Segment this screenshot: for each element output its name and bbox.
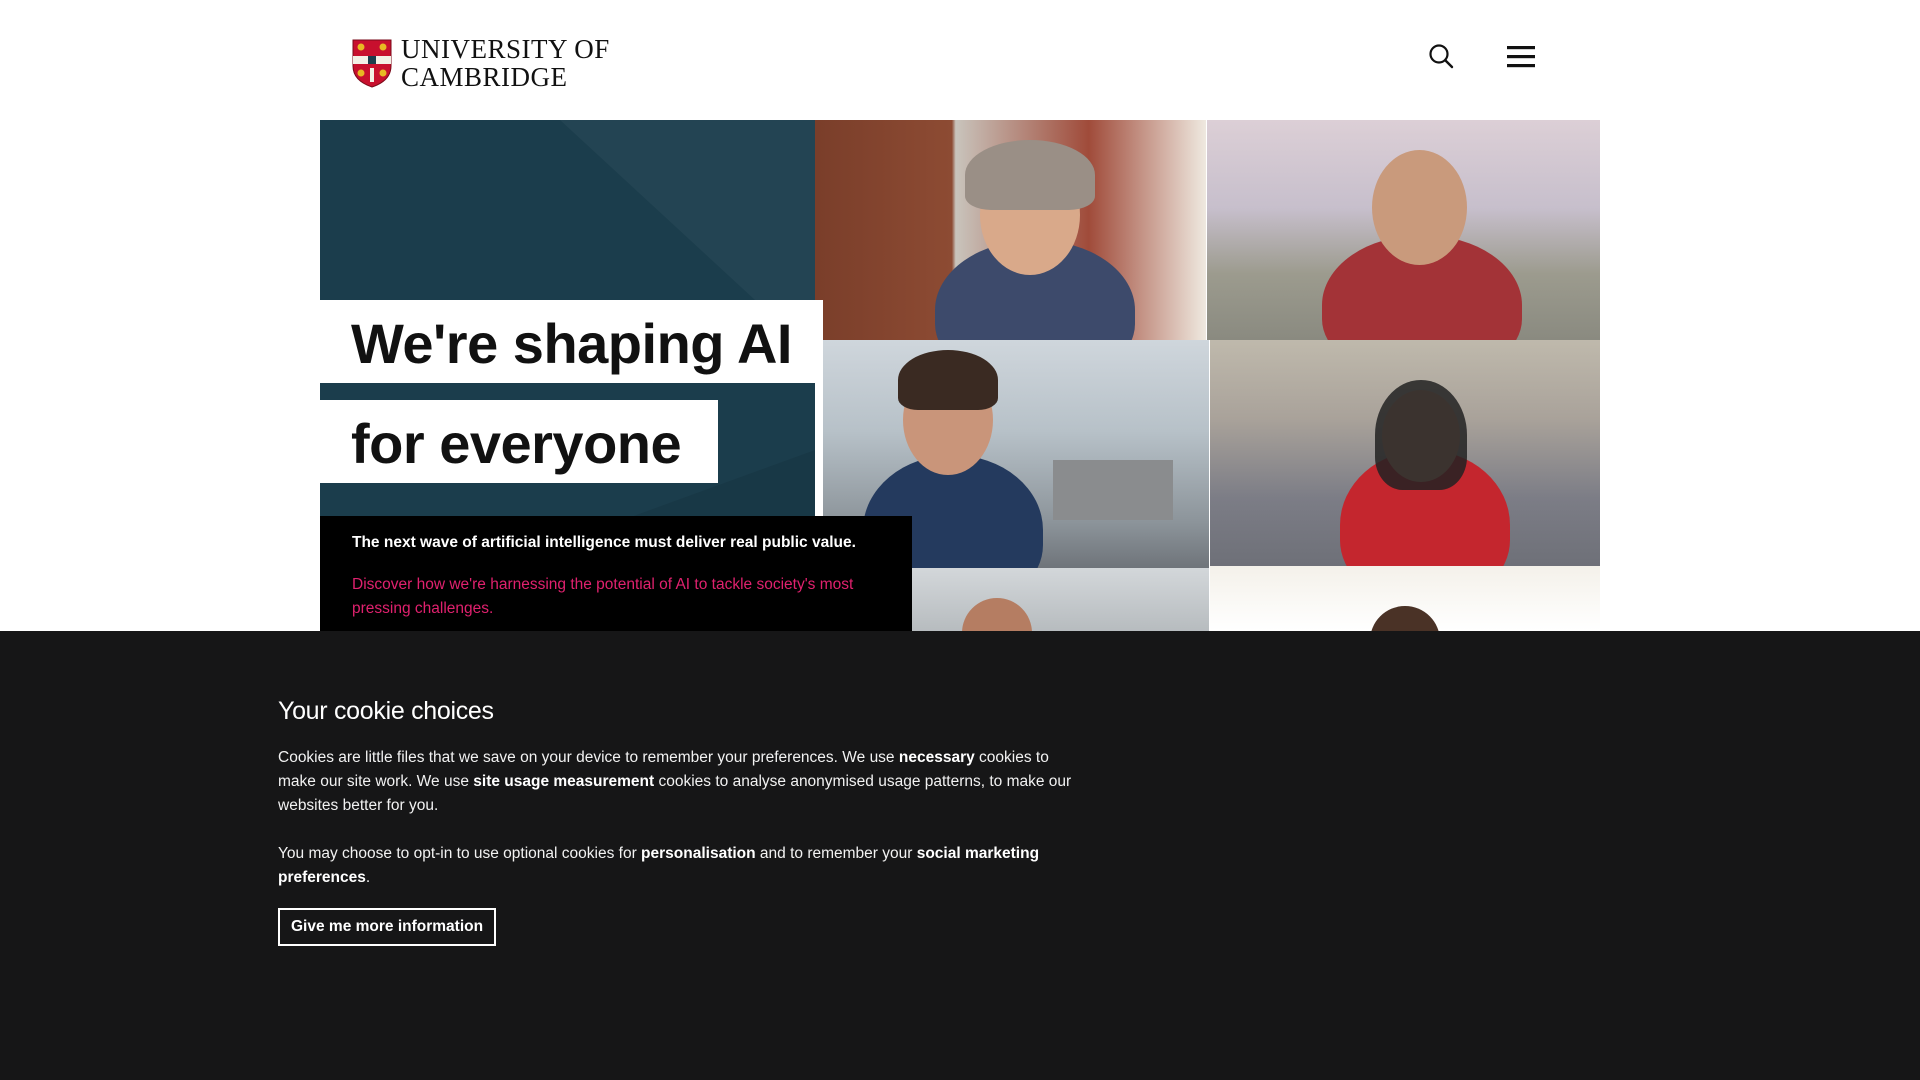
hero-headline-line-1: We're shaping AI xyxy=(320,300,823,383)
hero-discover-link[interactable]: Discover how we're harnessing the potent… xyxy=(352,573,892,621)
hero-headline-line-2: for everyone xyxy=(320,400,718,483)
crest-icon xyxy=(352,39,392,88)
cookie-optin-text: You may choose to opt-in to use optional… xyxy=(278,845,1040,886)
logo-wordmark: UNIVERSITY OF CAMBRIDGE xyxy=(401,35,610,91)
cookie-title: Your cookie choices xyxy=(278,697,494,725)
search-icon xyxy=(1429,44,1454,69)
site-header: UNIVERSITY OF CAMBRIDGE xyxy=(0,0,1920,120)
photo-woman-red-jacket xyxy=(1210,340,1600,566)
photo-woman-smiling xyxy=(815,120,1206,340)
menu-button[interactable] xyxy=(1504,40,1538,74)
cookie-banner: Your cookie choices Cookies are little f… xyxy=(0,631,1920,1080)
photo-person-partial xyxy=(1210,566,1600,631)
hero-subtitle: The next wave of artificial intelligence… xyxy=(352,534,856,551)
photo-student-partial xyxy=(912,568,1209,631)
more-information-button[interactable]: Give me more information xyxy=(278,908,497,946)
cookie-description: Cookies are little files that we save on… xyxy=(278,749,1072,814)
hamburger-menu-icon xyxy=(1507,46,1535,68)
logo-line-2: CAMBRIDGE xyxy=(401,62,568,92)
logo-line-1: UNIVERSITY OF xyxy=(401,34,610,64)
university-logo[interactable]: UNIVERSITY OF CAMBRIDGE xyxy=(351,35,610,91)
search-button[interactable] xyxy=(1425,40,1459,74)
hero-caption-box: The next wave of artificial intelligence… xyxy=(320,516,912,631)
photo-man-red-sweater xyxy=(1207,120,1600,340)
